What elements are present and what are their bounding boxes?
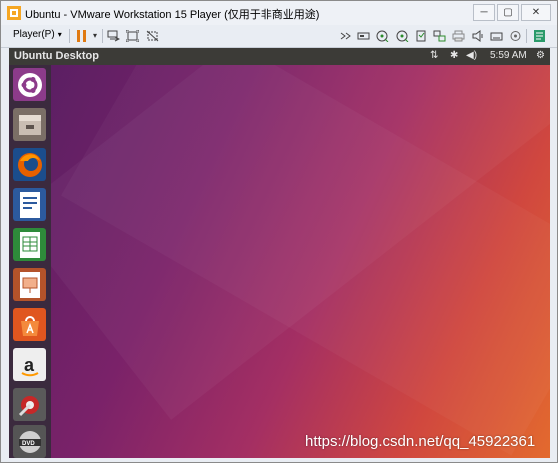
window-title: Ubuntu - VMware Workstation 15 Player (仅… xyxy=(25,9,320,21)
network-icon[interactable] xyxy=(433,30,446,42)
vmware-toolbar: Player(P) ▾ ▾ xyxy=(1,25,557,48)
toolbar-separator xyxy=(526,29,527,43)
ubuntu-launcher: a DVD xyxy=(9,65,51,458)
title-bar[interactable]: Ubuntu - VMware Workstation 15 Player (仅… xyxy=(1,1,557,25)
vmware-app-icon xyxy=(7,6,21,20)
send-ctrl-alt-del-icon[interactable] xyxy=(107,30,120,42)
amazon-icon[interactable]: a xyxy=(13,348,46,381)
svg-text:a: a xyxy=(24,355,35,375)
fit-guest-icon[interactable] xyxy=(126,30,139,42)
cd-drive-2-icon[interactable] xyxy=(396,30,409,42)
toolbar-separator xyxy=(69,29,70,43)
watermark: https://blog.csdn.net/qq_45922361 xyxy=(305,433,536,450)
minimize-button[interactable]: ─ xyxy=(473,4,495,21)
writer-icon[interactable] xyxy=(13,188,46,221)
display-icon[interactable] xyxy=(509,30,522,42)
system-settings-icon[interactable] xyxy=(13,388,46,421)
clock[interactable]: 5:59 AM xyxy=(490,50,527,61)
hard-disk-icon[interactable] xyxy=(490,30,503,42)
message-log-icon[interactable] xyxy=(533,30,546,42)
vmware-window: Ubuntu - VMware Workstation 15 Player (仅… xyxy=(0,0,558,463)
bluetooth-icon[interactable]: ✱ xyxy=(450,50,458,61)
player-menu[interactable]: Player(P) ▾ xyxy=(13,29,62,40)
close-button[interactable]: ✕ xyxy=(521,4,551,21)
files-icon[interactable] xyxy=(13,108,46,141)
firefox-icon[interactable] xyxy=(13,148,46,181)
toolbar-separator xyxy=(102,29,103,43)
network-icon[interactable]: ⇅ xyxy=(430,50,438,61)
settings-icon[interactable]: ⚙ xyxy=(536,50,545,61)
impress-icon[interactable] xyxy=(13,268,46,301)
forward-icon[interactable] xyxy=(340,30,353,42)
svg-text:DVD: DVD xyxy=(22,441,35,447)
vm-display[interactable]: Ubuntu Desktop ⇅ ✱ ◀) 5:59 AM ⚙ a DVD xyxy=(9,48,550,458)
player-menu-label: Player(P) xyxy=(13,29,55,40)
ubuntu-top-panel: Ubuntu Desktop ⇅ ✱ ◀) 5:59 AM ⚙ xyxy=(9,48,550,65)
pause-icon[interactable] xyxy=(77,30,87,42)
software-center-icon[interactable] xyxy=(13,308,46,341)
volume-icon[interactable]: ◀) xyxy=(466,50,477,61)
printer-icon[interactable] xyxy=(452,30,465,42)
dvd-icon[interactable]: DVD xyxy=(13,425,46,458)
chevron-down-icon: ▾ xyxy=(57,30,62,39)
unity-mode-icon[interactable] xyxy=(146,30,159,42)
ubuntu-topbar-title: Ubuntu Desktop xyxy=(14,50,99,62)
sound-icon[interactable] xyxy=(472,30,485,42)
maximize-button[interactable]: ▢ xyxy=(497,4,519,21)
calc-icon[interactable] xyxy=(13,228,46,261)
ubuntu-icon[interactable] xyxy=(13,68,46,101)
removable-device-icon[interactable] xyxy=(357,30,370,42)
cd-drive-icon[interactable] xyxy=(376,30,389,42)
ubuntu-desktop[interactable] xyxy=(51,65,550,458)
usb-icon[interactable] xyxy=(415,30,428,42)
chevron-down-icon[interactable]: ▾ xyxy=(93,31,97,40)
